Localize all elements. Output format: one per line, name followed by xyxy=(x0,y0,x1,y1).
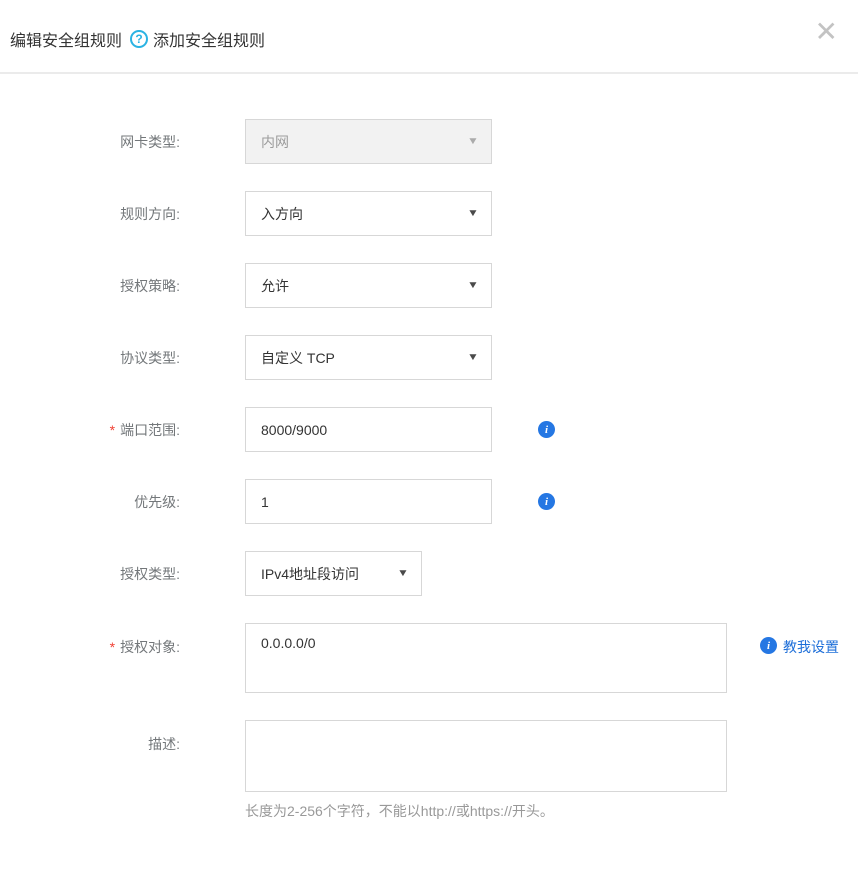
nic-type-select: 内网 ▼ xyxy=(245,119,492,164)
field-port-range: * 端口范围: i xyxy=(0,407,858,452)
rule-direction-label: 规则方向: xyxy=(0,204,180,224)
chevron-down-icon: ▼ xyxy=(467,352,479,363)
auth-type-select[interactable]: IPv4地址段访问 ▼ xyxy=(245,551,422,596)
required-asterisk: * xyxy=(110,639,115,655)
field-nic-type: 网卡类型: 内网 ▼ xyxy=(0,119,858,164)
page-title: 编辑安全组规则 xyxy=(10,27,122,51)
priority-label: 优先级: xyxy=(0,492,180,512)
close-icon[interactable]: ✕ xyxy=(815,18,838,46)
required-asterisk: * xyxy=(110,422,115,438)
field-auth-object: * 授权对象: 0.0.0.0/0 i 教我设置 xyxy=(0,623,858,693)
policy-label: 授权策略: xyxy=(0,276,180,296)
chevron-down-icon: ▼ xyxy=(397,568,409,579)
field-protocol: 协议类型: 自定义 TCP ▼ xyxy=(0,335,858,380)
policy-value: 允许 xyxy=(261,276,289,296)
nic-type-value: 内网 xyxy=(261,132,289,152)
chevron-down-icon: ▼ xyxy=(467,280,479,291)
help-icon[interactable]: ? xyxy=(130,30,148,48)
port-range-input[interactable] xyxy=(245,407,492,452)
auth-object-label: * 授权对象: xyxy=(0,623,180,657)
dialog-header: 编辑安全组规则 ? 添加安全组规则 ✕ xyxy=(0,0,858,74)
field-rule-direction: 规则方向: 入方向 ▼ xyxy=(0,191,858,236)
protocol-label: 协议类型: xyxy=(0,348,180,368)
nic-type-label: 网卡类型: xyxy=(0,132,180,152)
protocol-select[interactable]: 自定义 TCP ▼ xyxy=(245,335,492,380)
field-description: 描述: 长度为2-256个字符，不能以http://或https://开头。 xyxy=(0,720,858,821)
info-icon[interactable]: i xyxy=(538,493,555,510)
teach-me-setup-link[interactable]: 教我设置 xyxy=(783,637,839,657)
port-range-label: * 端口范围: xyxy=(0,420,180,440)
rule-direction-select[interactable]: 入方向 ▼ xyxy=(245,191,492,236)
description-textarea[interactable] xyxy=(245,720,727,792)
auth-object-textarea[interactable]: 0.0.0.0/0 xyxy=(245,623,727,693)
policy-select[interactable]: 允许 ▼ xyxy=(245,263,492,308)
field-auth-type: 授权类型: IPv4地址段访问 ▼ xyxy=(0,551,858,596)
protocol-value: 自定义 TCP xyxy=(261,348,335,368)
priority-input[interactable] xyxy=(245,479,492,524)
dialog-subtitle: 添加安全组规则 xyxy=(153,27,265,51)
field-policy: 授权策略: 允许 ▼ xyxy=(0,263,858,308)
info-icon[interactable]: i xyxy=(760,637,777,654)
field-priority: 优先级: i xyxy=(0,479,858,524)
chevron-down-icon: ▼ xyxy=(467,208,479,219)
chevron-down-icon: ▼ xyxy=(467,136,479,147)
auth-type-value: IPv4地址段访问 xyxy=(261,564,359,584)
security-group-rule-form: 网卡类型: 内网 ▼ 规则方向: 入方向 ▼ 授权策略: 允许 ▼ xyxy=(0,74,858,821)
description-label: 描述: xyxy=(0,720,180,754)
description-hint: 长度为2-256个字符，不能以http://或https://开头。 xyxy=(245,801,727,821)
info-icon[interactable]: i xyxy=(538,421,555,438)
auth-type-label: 授权类型: xyxy=(0,564,180,584)
rule-direction-value: 入方向 xyxy=(261,204,303,224)
